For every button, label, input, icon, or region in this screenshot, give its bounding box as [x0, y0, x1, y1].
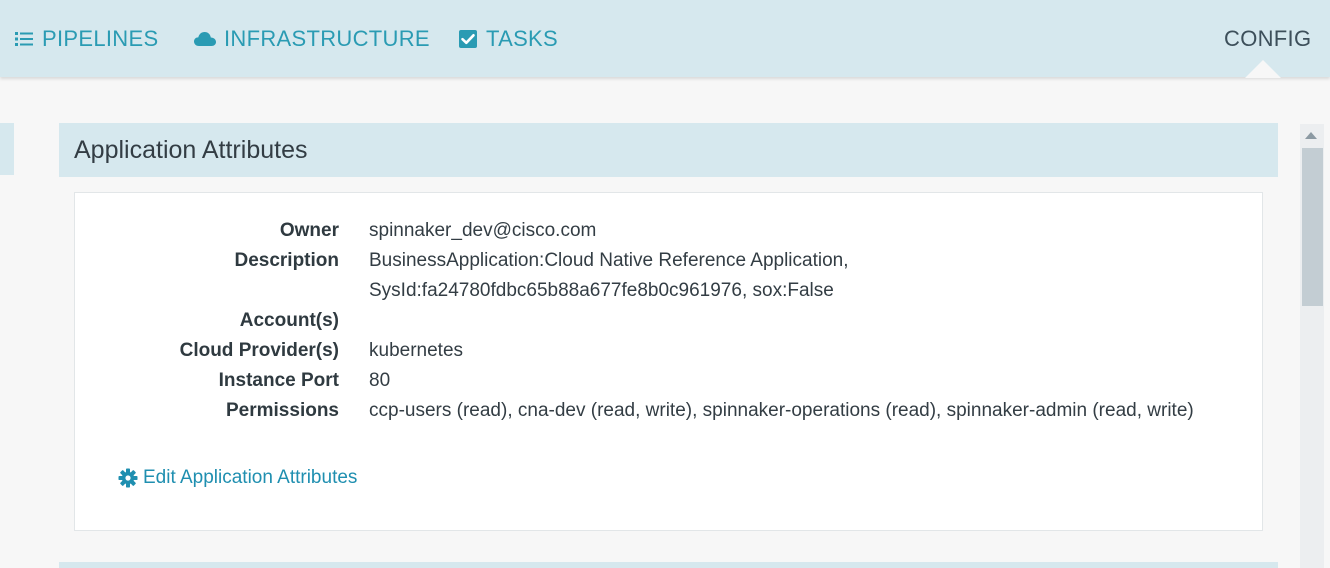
attribute-value: spinnaker_dev@cisco.com [369, 220, 597, 241]
list-icon [15, 31, 34, 47]
section-title: Application Attributes [74, 136, 308, 164]
gear-icon [118, 468, 138, 488]
attribute-label: Description [234, 250, 339, 271]
attribute-label: Instance Port [218, 370, 339, 391]
nav-pipelines[interactable]: PIPELINES [15, 24, 158, 54]
attribute-label: Permissions [226, 400, 339, 421]
edit-link-label: Edit Application Attributes [143, 467, 358, 488]
cloud-icon [194, 31, 216, 47]
checkbox-icon [458, 29, 478, 49]
attribute-value: BusinessApplication:Cloud Native Referen… [369, 250, 849, 271]
attribute-label: Account(s) [239, 310, 339, 331]
nav-tasks[interactable]: TASKS [458, 24, 558, 54]
nav-tasks-label: TASKS [486, 26, 559, 51]
attribute-value: SysId:fa24780fdbc65b88a677fe8b0c961976, … [369, 280, 834, 301]
top-navigation: PIPELINES INFRASTRUCTURE TASKS CONFIG [0, 0, 1330, 77]
next-section-header [59, 562, 1278, 568]
attribute-label: Cloud Provider(s) [179, 340, 339, 361]
attribute-label: Owner [279, 220, 339, 241]
attribute-value: 80 [369, 370, 391, 391]
attribute-value: ccp-users (read), cna-dev (read, write),… [369, 400, 1194, 421]
scroll-up-arrow-icon[interactable] [1305, 132, 1317, 139]
nav-pipelines-label: PIPELINES [42, 26, 159, 51]
scrollbar-thumb[interactable] [1302, 148, 1323, 306]
nav-infrastructure-label: INFRASTRUCTURE [224, 26, 430, 51]
edit-application-attributes-link[interactable]: Edit Application Attributes [118, 467, 357, 489]
nav-config-label: CONFIG [1224, 26, 1312, 51]
section-header: Application Attributes [59, 123, 1278, 177]
active-tab-indicator [1245, 60, 1281, 78]
nav-config[interactable]: CONFIG [1224, 24, 1311, 54]
attribute-value: kubernetes [369, 340, 464, 361]
attributes-panel: Owner spinnaker_dev@cisco.com Descriptio… [74, 192, 1263, 531]
sidebar-edge [0, 123, 14, 175]
nav-infrastructure[interactable]: INFRASTRUCTURE [194, 24, 430, 54]
vertical-scrollbar[interactable] [1300, 124, 1324, 568]
